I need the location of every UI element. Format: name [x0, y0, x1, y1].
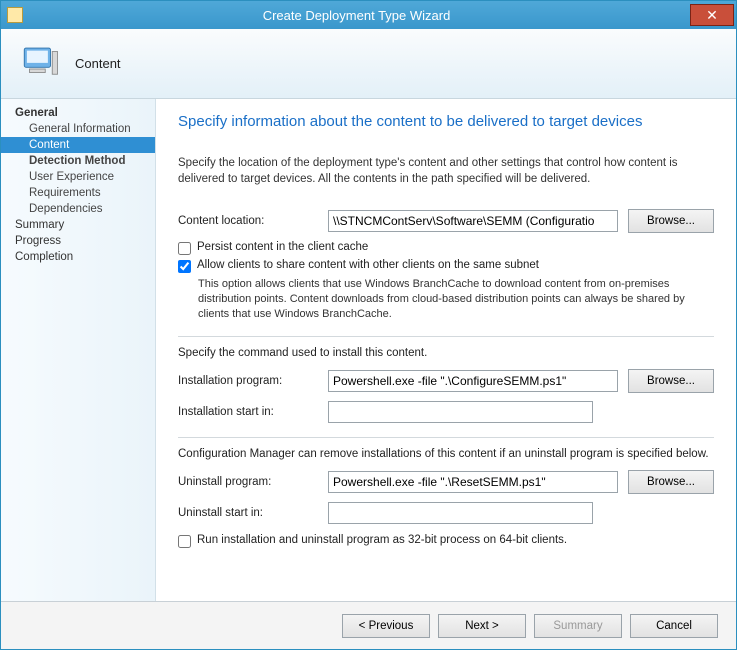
window-title: Create Deployment Type Wizard: [23, 8, 690, 23]
nav-progress[interactable]: Progress: [1, 233, 155, 249]
divider: [178, 437, 714, 438]
close-button[interactable]: ✕: [690, 4, 734, 26]
uninstall-start-in-label: Uninstall start in:: [178, 507, 328, 519]
summary-button: Summary: [534, 614, 622, 638]
persist-content-checkbox[interactable]: [178, 242, 191, 255]
branchcache-note: This option allows clients that use Wind…: [198, 277, 714, 322]
uninstall-program-input[interactable]: [328, 471, 618, 493]
install-program-label: Installation program:: [178, 375, 328, 387]
nav-user-experience[interactable]: User Experience: [1, 169, 155, 185]
allow-share-label[interactable]: Allow clients to share content with othe…: [197, 259, 539, 271]
nav-summary[interactable]: Summary: [1, 217, 155, 233]
page-title: Content: [75, 56, 121, 71]
titlebar: Create Deployment Type Wizard ✕: [1, 1, 736, 29]
nav-dependencies[interactable]: Dependencies: [1, 201, 155, 217]
nav-requirements[interactable]: Requirements: [1, 185, 155, 201]
cancel-button[interactable]: Cancel: [630, 614, 718, 638]
persist-content-label[interactable]: Persist content in the client cache: [197, 241, 368, 253]
page-description: Specify the location of the deployment t…: [178, 156, 714, 187]
uninstall-start-in-input[interactable]: [328, 502, 593, 524]
next-button[interactable]: Next >: [438, 614, 526, 638]
divider: [178, 336, 714, 337]
content-location-label: Content location:: [178, 215, 328, 227]
computer-icon: [19, 41, 61, 86]
footer: < Previous Next > Summary Cancel: [1, 601, 736, 649]
install-program-input[interactable]: [328, 370, 618, 392]
uninstall-note: Configuration Manager can remove install…: [178, 448, 714, 460]
nav-completion[interactable]: Completion: [1, 249, 155, 265]
main-panel: Specify information about the content to…: [156, 99, 736, 601]
install-section-label: Specify the command used to install this…: [178, 347, 714, 359]
run-32bit-checkbox[interactable]: [178, 535, 191, 548]
nav-detection-method[interactable]: Detection Method: [1, 153, 155, 169]
nav-general-information[interactable]: General Information: [1, 121, 155, 137]
content-location-input[interactable]: [328, 210, 618, 232]
browse-uninstall-button[interactable]: Browse...: [628, 470, 714, 494]
nav-content[interactable]: Content: [1, 137, 155, 153]
browse-content-button[interactable]: Browse...: [628, 209, 714, 233]
nav-general[interactable]: General: [1, 105, 155, 121]
page-heading: Specify information about the content to…: [178, 113, 714, 130]
nav-sidebar: General General Information Content Dete…: [1, 99, 156, 601]
body: General General Information Content Dete…: [1, 99, 736, 601]
wizard-window: Create Deployment Type Wizard ✕ Content …: [0, 0, 737, 650]
browse-install-button[interactable]: Browse...: [628, 369, 714, 393]
uninstall-program-label: Uninstall program:: [178, 476, 328, 488]
app-icon: [7, 7, 23, 23]
allow-share-checkbox[interactable]: [178, 260, 191, 273]
install-start-in-label: Installation start in:: [178, 406, 328, 418]
header-band: Content: [1, 29, 736, 99]
install-start-in-input[interactable]: [328, 401, 593, 423]
previous-button[interactable]: < Previous: [342, 614, 430, 638]
run-32bit-label[interactable]: Run installation and uninstall program a…: [197, 534, 567, 546]
